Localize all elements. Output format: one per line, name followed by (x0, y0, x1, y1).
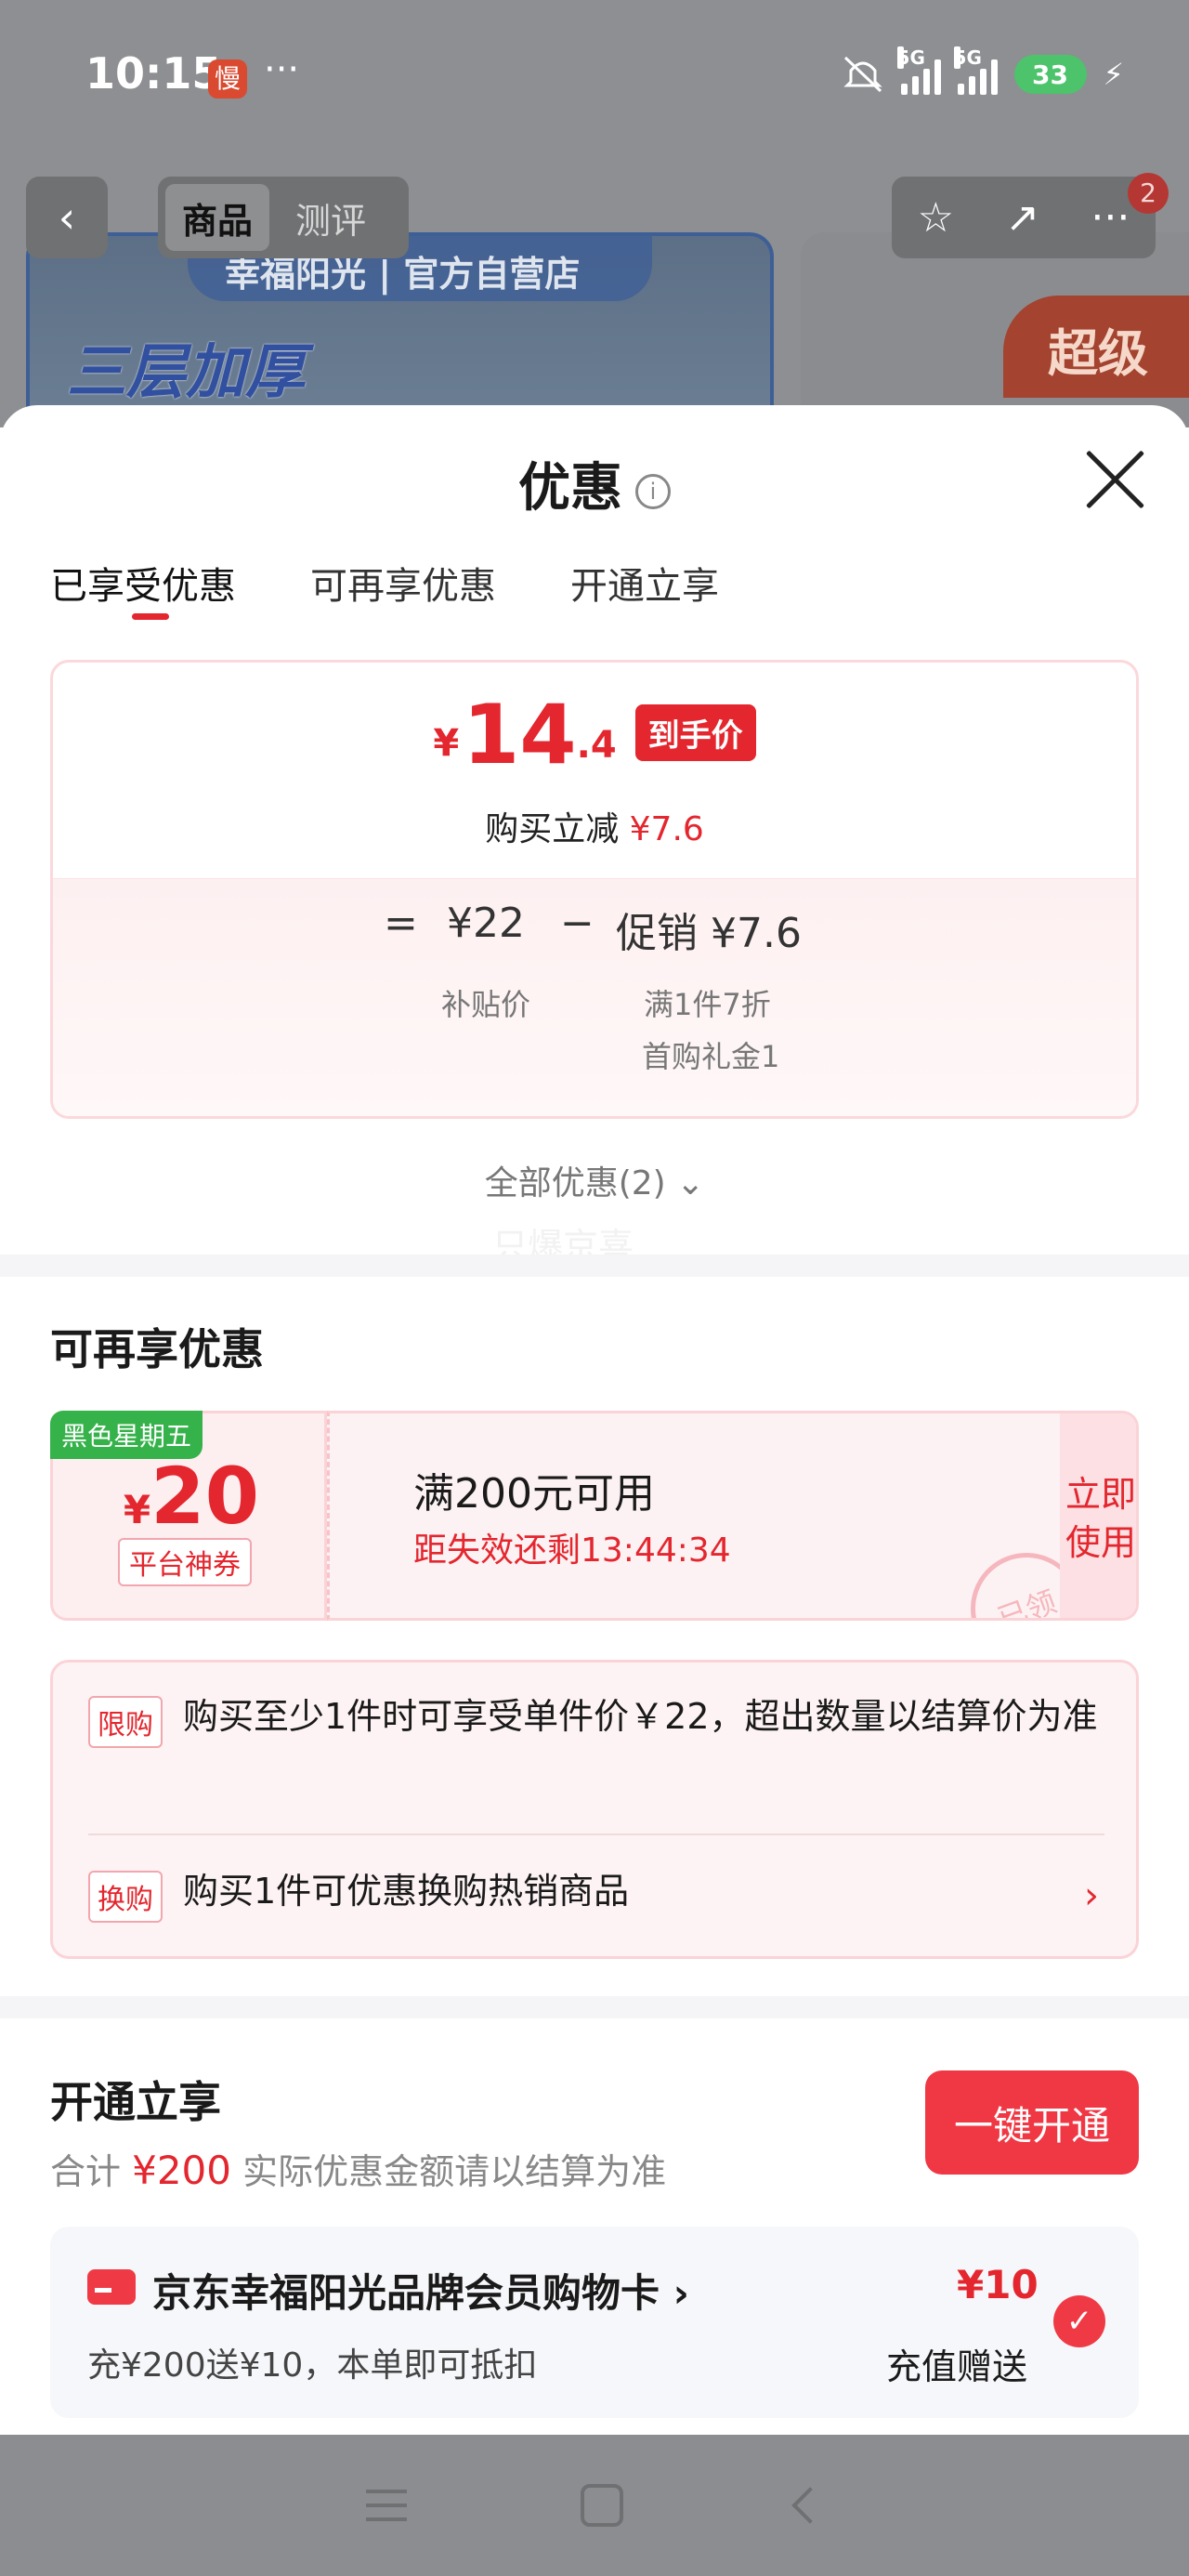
final-price: ¥ 14 .4 到手价 (53, 694, 1136, 776)
coupon-amount: ¥20 (123, 1451, 260, 1542)
coupon-condition: 满200元可用 (413, 1470, 655, 1518)
open-all-button[interactable]: 一键开通 (925, 2070, 1139, 2175)
coupon-expiry: 距失效还剩13:44:34 (413, 1531, 731, 1570)
promo-badge: 超级 (1003, 296, 1189, 398)
tab-more-offers[interactable]: 可再享优惠 (310, 556, 496, 610)
menu-icon[interactable] (365, 2490, 407, 2521)
check-icon[interactable]: ✓ (1053, 2295, 1105, 2347)
system-nav-bar (0, 2435, 1189, 2576)
final-price-tag: 到手价 (634, 704, 756, 761)
discount-sheet: 优惠 i 已享受优惠 可再享优惠 开通立享 ¥ 14 .4 到手价 购买立减 ¥7… (0, 405, 1189, 2435)
exchange-text[interactable]: 购买1件可优惠换购热销商品 (183, 1863, 1112, 1919)
signal-icon-2: 5G (953, 46, 998, 95)
tab-open[interactable]: 开通立享 (570, 556, 719, 610)
chevron-right-icon: › (673, 2270, 689, 2316)
use-coupon-button[interactable]: 立即 使用 (1060, 1413, 1136, 1618)
coupon-type: 平台神券 (118, 1538, 252, 1586)
share-icon[interactable]: ↗ (1005, 194, 1039, 242)
chevron-right-icon[interactable]: › (1084, 1874, 1099, 1917)
member-card[interactable]: 京东幸福阳光品牌会员购物卡 › 充¥200送¥10，本单即可抵扣 ¥10 充值赠… (50, 2227, 1139, 2418)
back-icon[interactable]: ‹ (26, 177, 108, 258)
chevron-down-icon: ⌄ (676, 1164, 705, 1203)
gift-label: 充值赠送 (886, 2346, 1028, 2387)
clock: 10:15 (85, 48, 222, 99)
signal-icon: 5G (896, 46, 941, 95)
promo-price: 促销 ¥7.6 (616, 910, 802, 957)
tab-product[interactable]: 商品 (165, 184, 270, 251)
card-icon (87, 2269, 136, 2305)
home-icon[interactable] (580, 2484, 623, 2527)
coupon-details: 满200元可用 距失效还剩13:44:34 已领 立即 使用 (327, 1411, 1139, 1621)
favorite-icon[interactable]: ☆ (918, 194, 954, 242)
banner-headline: 三层加厚 (67, 338, 305, 407)
divider (0, 1996, 1189, 2018)
more-notifications-icon: ··· (264, 48, 300, 91)
base-price-label: 补贴价 (441, 987, 531, 1022)
status-bar: 10:15 慢 ··· 5G 5G 33 ⚡ (0, 0, 1189, 158)
coupon-card: 黑色星期五 ¥20 平台神券 满200元可用 距失效还剩13:44:34 已领 … (50, 1411, 1139, 1621)
charging-icon: ⚡ (1103, 57, 1124, 92)
exchange-tag: 换购 (88, 1871, 163, 1923)
info-icon[interactable]: i (635, 473, 671, 509)
divider (88, 1833, 1104, 1835)
close-icon[interactable] (1081, 446, 1148, 513)
base-price: ¥22 (447, 900, 525, 947)
coupon-value: 黑色星期五 ¥20 平台神券 (50, 1411, 327, 1621)
price-formula: = ¥22 − 促销 ¥7.6 补贴价 满1件7折 首购礼金1 (53, 878, 1136, 1116)
discount-tabs: 已享受优惠 可再享优惠 开通立享 (50, 556, 719, 620)
limit-tag: 限购 (88, 1696, 163, 1748)
slow-app-icon: 慢 (208, 59, 247, 99)
back-nav-icon[interactable] (791, 2487, 830, 2524)
more-offers-title: 可再享优惠 (50, 1324, 264, 1374)
product-tabs: 商品 测评 (158, 177, 409, 258)
all-discounts-toggle[interactable]: 全部优惠(2) ⌄ (0, 1156, 1189, 1204)
limit-text: 购买至少1件时可享受单件价￥22，超出数量以结算价为准 (183, 1696, 1098, 1737)
purchase-rules: 限购 购买至少1件时可享受单件价￥22，超出数量以结算价为准 换购 购买1件可优… (50, 1660, 1139, 1959)
member-card-subtitle: 充¥200送¥10，本单即可抵扣 (87, 2346, 538, 2385)
tab-enjoyed[interactable]: 已享受优惠 (50, 556, 236, 620)
status-icons: 5G 5G 33 ⚡ (842, 46, 1124, 95)
tab-review[interactable]: 测评 (279, 184, 383, 251)
top-actions: ☆ ↗ ··· (892, 177, 1156, 258)
promo-detail: 满1件7折 (644, 987, 771, 1022)
open-summary: 合计 ¥200 实际优惠金额请以结算为准 (50, 2148, 667, 2193)
price-card: ¥ 14 .4 到手价 购买立减 ¥7.6 = ¥22 − 促销 ¥7.6 补贴… (50, 660, 1139, 1119)
product-banner: 幸福阳光 | 官方自营店 三层加厚 (26, 232, 774, 427)
open-title: 开通立享 (50, 2077, 221, 2127)
notification-badge: 2 (1128, 173, 1169, 214)
sheet-title: 优惠 i (0, 446, 1189, 521)
member-card-title[interactable]: 京东幸福阳光品牌会员购物卡 › (152, 2262, 689, 2319)
reduce-text: 购买立减 ¥7.6 (485, 810, 704, 848)
mute-icon (843, 56, 882, 93)
gift-amount: ¥10 (957, 2262, 1039, 2307)
divider (0, 1255, 1189, 1277)
promo-detail-2: 首购礼金1 (642, 1039, 780, 1074)
more-icon[interactable]: ··· (1091, 194, 1130, 242)
battery-icon: 33 (1013, 55, 1087, 94)
